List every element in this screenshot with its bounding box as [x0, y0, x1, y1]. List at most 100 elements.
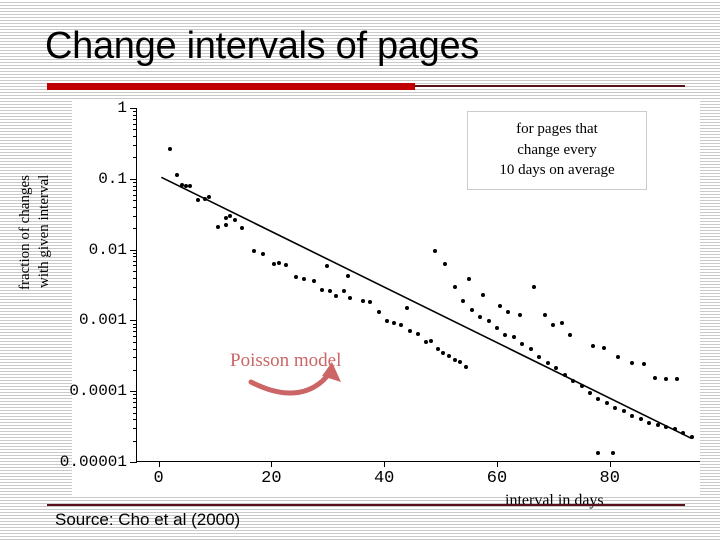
- scatter-point: [407, 329, 412, 334]
- y-tick-minor: [133, 270, 137, 272]
- scatter-point: [545, 361, 550, 366]
- title-accent-bar: [47, 83, 415, 90]
- scatter-point: [486, 319, 491, 324]
- scatter-point: [579, 383, 584, 388]
- callout-line-2: change every: [517, 141, 597, 158]
- scatter-point: [324, 263, 329, 268]
- scatter-point: [588, 390, 593, 395]
- y-tick-minor: [133, 136, 137, 138]
- scatter-point: [613, 405, 618, 410]
- scatter-point: [554, 366, 559, 371]
- scatter-point: [664, 376, 669, 381]
- scatter-point: [447, 354, 452, 359]
- x-tick-label: 60: [486, 469, 508, 488]
- y-tick-minor: [133, 286, 137, 288]
- scatter-point: [360, 298, 365, 303]
- scatter-point: [641, 362, 646, 367]
- x-axis-label: interval in days: [505, 492, 604, 509]
- poisson-model-label: Poisson model: [230, 350, 342, 371]
- slide: Change intervals of pages fraction of ch…: [0, 0, 720, 540]
- scatter-point: [681, 430, 686, 435]
- source-citation: Source: Cho et al (2000): [55, 510, 241, 529]
- y-tick-minor: [133, 277, 137, 279]
- scatter-point: [293, 275, 298, 279]
- y-tick-major: [130, 178, 137, 180]
- scatter-point: [616, 355, 621, 360]
- scatter-point: [320, 287, 325, 292]
- y-tick-label: 0.1: [98, 169, 127, 188]
- scatter-point: [284, 263, 289, 268]
- scatter-point: [596, 450, 601, 455]
- scatter-point: [655, 423, 660, 428]
- y-tick-minor: [133, 265, 137, 267]
- scatter-point: [463, 364, 468, 369]
- scatter-point: [452, 284, 457, 289]
- scatter-point: [469, 308, 474, 313]
- scatter-point: [215, 224, 220, 229]
- scatter-point: [223, 215, 228, 220]
- scatter-point: [590, 344, 595, 349]
- scatter-point: [328, 289, 333, 294]
- y-tick-minor: [133, 260, 137, 262]
- scatter-point: [672, 427, 677, 432]
- y-tick-minor: [133, 228, 137, 230]
- scatter-point: [345, 273, 350, 278]
- title-rule-line: [415, 85, 685, 87]
- scatter-point: [520, 342, 525, 347]
- y-axis-spine: [136, 108, 137, 462]
- scatter-point: [416, 331, 420, 336]
- y-tick-label: 0.0001: [69, 382, 127, 401]
- scatter-point: [260, 251, 265, 256]
- y-tick-minor: [133, 394, 137, 396]
- y-tick-label: 0.01: [88, 240, 127, 259]
- scatter-point: [348, 295, 353, 300]
- x-tick: [158, 461, 160, 467]
- callout-line-3: 10 days on average: [499, 162, 615, 179]
- scatter-point: [424, 339, 429, 344]
- y-tick-minor: [133, 129, 137, 131]
- scatter-point: [240, 226, 245, 231]
- x-tick: [384, 461, 386, 467]
- scatter-point: [652, 375, 657, 380]
- scatter-point: [435, 347, 440, 352]
- y-tick-minor: [133, 256, 137, 258]
- y-tick-major: [130, 108, 137, 109]
- scatter-point: [497, 303, 502, 308]
- y-tick-major: [130, 320, 137, 322]
- scatter-point: [452, 357, 457, 362]
- y-tick-major: [130, 249, 137, 251]
- scatter-point: [517, 312, 522, 317]
- y-axis-label-line2: with given interval: [36, 174, 52, 288]
- x-tick-label: 20: [261, 469, 282, 488]
- y-tick-minor: [133, 182, 137, 184]
- scatter-point: [404, 305, 409, 310]
- scatter-point: [227, 213, 232, 218]
- y-tick-minor: [133, 114, 137, 116]
- scatter-point: [432, 249, 437, 254]
- scatter-point: [571, 378, 576, 383]
- y-tick-minor: [133, 348, 137, 350]
- scatter-point: [443, 262, 448, 267]
- scatter-point: [542, 312, 547, 317]
- scatter-point: [562, 372, 567, 377]
- scatter-point: [368, 300, 373, 305]
- scatter-point: [647, 421, 652, 426]
- scatter-point: [252, 248, 257, 253]
- callout-line-1: for pages that: [516, 121, 598, 137]
- scatter-point: [610, 450, 615, 455]
- scatter-point: [207, 195, 212, 200]
- y-tick-minor: [133, 123, 137, 125]
- y-tick-minor: [133, 336, 137, 338]
- scatter-point: [174, 172, 179, 177]
- y-tick-minor: [133, 206, 137, 208]
- page-title: Change intervals of pages: [45, 25, 480, 67]
- scatter-point: [458, 359, 463, 364]
- scatter-point: [461, 298, 466, 303]
- scatter-point: [478, 315, 483, 320]
- y-tick-minor: [133, 369, 137, 371]
- y-tick-minor: [133, 357, 137, 359]
- y-tick-minor: [133, 200, 137, 202]
- scatter-point: [441, 350, 446, 355]
- callout-box: for pages that change every 10 days on a…: [467, 111, 647, 191]
- scatter-point: [531, 284, 536, 289]
